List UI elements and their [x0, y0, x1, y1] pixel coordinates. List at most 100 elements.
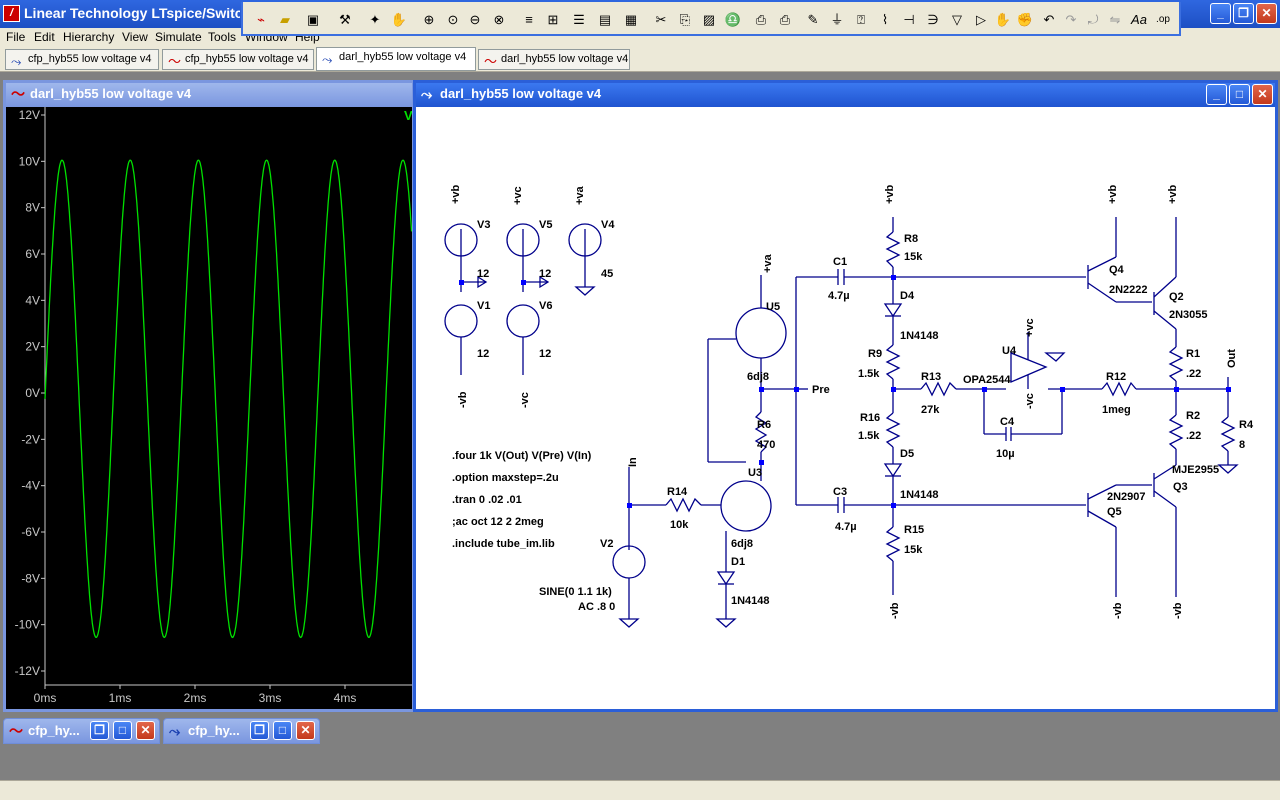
- capacitor-icon[interactable]: ⊣: [899, 10, 919, 30]
- pan-icon[interactable]: ⊙: [443, 10, 463, 30]
- ground-icon[interactable]: ⏚: [827, 10, 847, 30]
- schematic-window-titlebar[interactable]: ⤳ darl_hyb55 low voltage v4 _ □ ✕: [416, 83, 1275, 107]
- tab-cfp-plot[interactable]: 〜 cfp_hyb55 low voltage v4: [162, 49, 314, 70]
- component-value: 2N2222: [1109, 284, 1148, 296]
- menu-file[interactable]: File: [6, 30, 25, 44]
- undo-icon[interactable]: ↶: [1039, 10, 1059, 30]
- run-icon[interactable]: ✦: [365, 10, 385, 30]
- component-ref: U5: [766, 301, 780, 313]
- component-icon[interactable]: ▷: [971, 10, 991, 30]
- component-ref: R16: [860, 412, 880, 424]
- schematic-close-button[interactable]: ✕: [1252, 84, 1273, 105]
- drag-icon[interactable]: ✊: [1015, 10, 1035, 30]
- tab-darl-plot[interactable]: 〜 darl_hyb55 low voltage v4: [478, 49, 630, 70]
- autorange-icon[interactable]: ≡: [519, 10, 539, 30]
- label-net-icon[interactable]: ⍰: [851, 10, 871, 30]
- component-value: 27k: [921, 404, 940, 416]
- maximize-button[interactable]: □: [113, 721, 132, 740]
- tab-darl-schematic[interactable]: ⤳ darl_hyb55 low voltage v4: [316, 47, 476, 71]
- component-value: .22: [1186, 430, 1201, 442]
- copy-icon[interactable]: ⎘: [675, 10, 695, 30]
- menu-view[interactable]: View: [122, 30, 148, 44]
- halt-icon[interactable]: ✋: [389, 10, 409, 30]
- close-button[interactable]: ✕: [136, 721, 155, 740]
- y-tick-label: 6V: [25, 247, 40, 261]
- mirror-icon[interactable]: ⇋: [1105, 10, 1125, 30]
- waveform-plot[interactable]: 12V 10V 8V 6V 4V 2V 0V -2V -4V -6V -8V -10V -12V 0ms…: [6, 107, 412, 709]
- spice-directive[interactable]: .include tube_im.lib: [452, 538, 555, 550]
- net-label-vc-neg: -vc: [1024, 393, 1036, 409]
- open-icon[interactable]: ▰: [275, 10, 295, 30]
- schematic-icon: ⤳: [421, 86, 433, 102]
- print-preview-icon[interactable]: ⎙: [751, 10, 771, 30]
- schematic-canvas[interactable]: +vb +vc +va -vb -vc +va In Pre +vb -vb +…: [416, 107, 1275, 709]
- waveform-window-titlebar[interactable]: 〜 darl_hyb55 low voltage v4: [6, 83, 412, 107]
- tile-horizontal-icon[interactable]: ☰: [569, 10, 589, 30]
- y-tick-label: -10V: [15, 618, 40, 632]
- move-icon[interactable]: ✋: [993, 10, 1013, 30]
- minimized-window[interactable]: 〜 cfp_hy... ❐ □ ✕: [3, 718, 160, 744]
- zoom-out-icon[interactable]: ⊖: [465, 10, 485, 30]
- schematic-window[interactable]: ⤳ darl_hyb55 low voltage v4 _ □ ✕ +vb +v…: [413, 80, 1278, 712]
- schematic-maximize-button[interactable]: □: [1229, 84, 1250, 105]
- component-value: 1N4148: [900, 330, 939, 342]
- paste-icon[interactable]: ▨: [699, 10, 719, 30]
- zoom-in-icon[interactable]: ⊕: [419, 10, 439, 30]
- component-ref: C4: [1000, 416, 1015, 428]
- spice-directive[interactable]: .tran 0 .02 .01: [452, 494, 522, 506]
- minimize-button[interactable]: _: [1210, 3, 1231, 24]
- y-tick-label: 12V: [19, 108, 40, 122]
- waveform-icon: 〜: [11, 86, 25, 102]
- component-value: 15k: [904, 544, 923, 556]
- restore-button[interactable]: ❐: [90, 721, 109, 740]
- new-schematic-icon[interactable]: ⌁: [251, 10, 271, 30]
- find-icon[interactable]: ♎: [723, 10, 743, 30]
- waveform-window-title: darl_hyb55 low voltage v4: [30, 86, 192, 101]
- close-button[interactable]: ✕: [296, 721, 315, 740]
- source-name: V5: [539, 219, 552, 231]
- component-value: 2N2907: [1107, 491, 1146, 503]
- y-tick-label: 8V: [25, 201, 40, 215]
- spice-directive-icon[interactable]: .op: [1153, 10, 1173, 30]
- maximize-button[interactable]: □: [273, 721, 292, 740]
- tab-cfp-schematic[interactable]: ⤳ cfp_hyb55 low voltage v4: [5, 49, 159, 70]
- control-panel-icon[interactable]: ⚒: [335, 10, 355, 30]
- cascade-icon[interactable]: ▦: [621, 10, 641, 30]
- tile-vertical-icon[interactable]: ▤: [595, 10, 615, 30]
- source-value: 12: [477, 348, 489, 360]
- draw-wire-icon[interactable]: ✎: [803, 10, 823, 30]
- redo-icon[interactable]: ↷: [1061, 10, 1081, 30]
- y-tick-label: -8V: [21, 571, 40, 585]
- spice-directive[interactable]: ;ac oct 12 2 2meg: [452, 516, 544, 528]
- component-value: 4.7µ: [835, 521, 857, 533]
- component-value: 1meg: [1102, 404, 1131, 416]
- menu-simulate[interactable]: Simulate: [155, 30, 202, 44]
- close-button[interactable]: ✕: [1256, 3, 1277, 24]
- component-ref: R6: [757, 419, 771, 431]
- cut-icon[interactable]: ✂: [651, 10, 671, 30]
- inductor-icon[interactable]: ∋: [923, 10, 943, 30]
- minimized-window[interactable]: ⤳ cfp_hy... ❐ □ ✕: [163, 718, 320, 744]
- restore-button[interactable]: ❐: [250, 721, 269, 740]
- zoom-fit-icon[interactable]: ⊗: [489, 10, 509, 30]
- component-value: 1N4148: [900, 489, 939, 501]
- menu-hierarchy[interactable]: Hierarchy: [63, 30, 114, 44]
- restore-button[interactable]: ❐: [1233, 3, 1254, 24]
- diode-icon[interactable]: ▽: [947, 10, 967, 30]
- save-icon[interactable]: ▣: [303, 10, 323, 30]
- text-icon[interactable]: Aa: [1129, 10, 1149, 30]
- schematic-minimize-button[interactable]: _: [1206, 84, 1227, 105]
- fft-icon[interactable]: ⊞: [543, 10, 563, 30]
- spice-directive[interactable]: .option maxstep=.2u: [452, 472, 559, 484]
- waveform-icon: 〜: [484, 54, 498, 69]
- resistor-icon[interactable]: ⌇: [875, 10, 895, 30]
- rotate-icon[interactable]: ⤾: [1083, 10, 1103, 30]
- menu-edit[interactable]: Edit: [34, 30, 55, 44]
- menu-tools[interactable]: Tools: [208, 30, 236, 44]
- print-icon[interactable]: ⎙: [775, 10, 795, 30]
- trace-label[interactable]: V: [404, 108, 412, 123]
- x-tick-label: 0ms: [34, 691, 57, 705]
- source-value: SINE(0 1.1 1k): [539, 586, 612, 598]
- spice-directive[interactable]: .four 1k V(Out) V(Pre) V(In): [452, 450, 592, 462]
- waveform-window[interactable]: 〜 darl_hyb55 low voltage v4 12V 10V 8V 6V 4V…: [3, 80, 415, 712]
